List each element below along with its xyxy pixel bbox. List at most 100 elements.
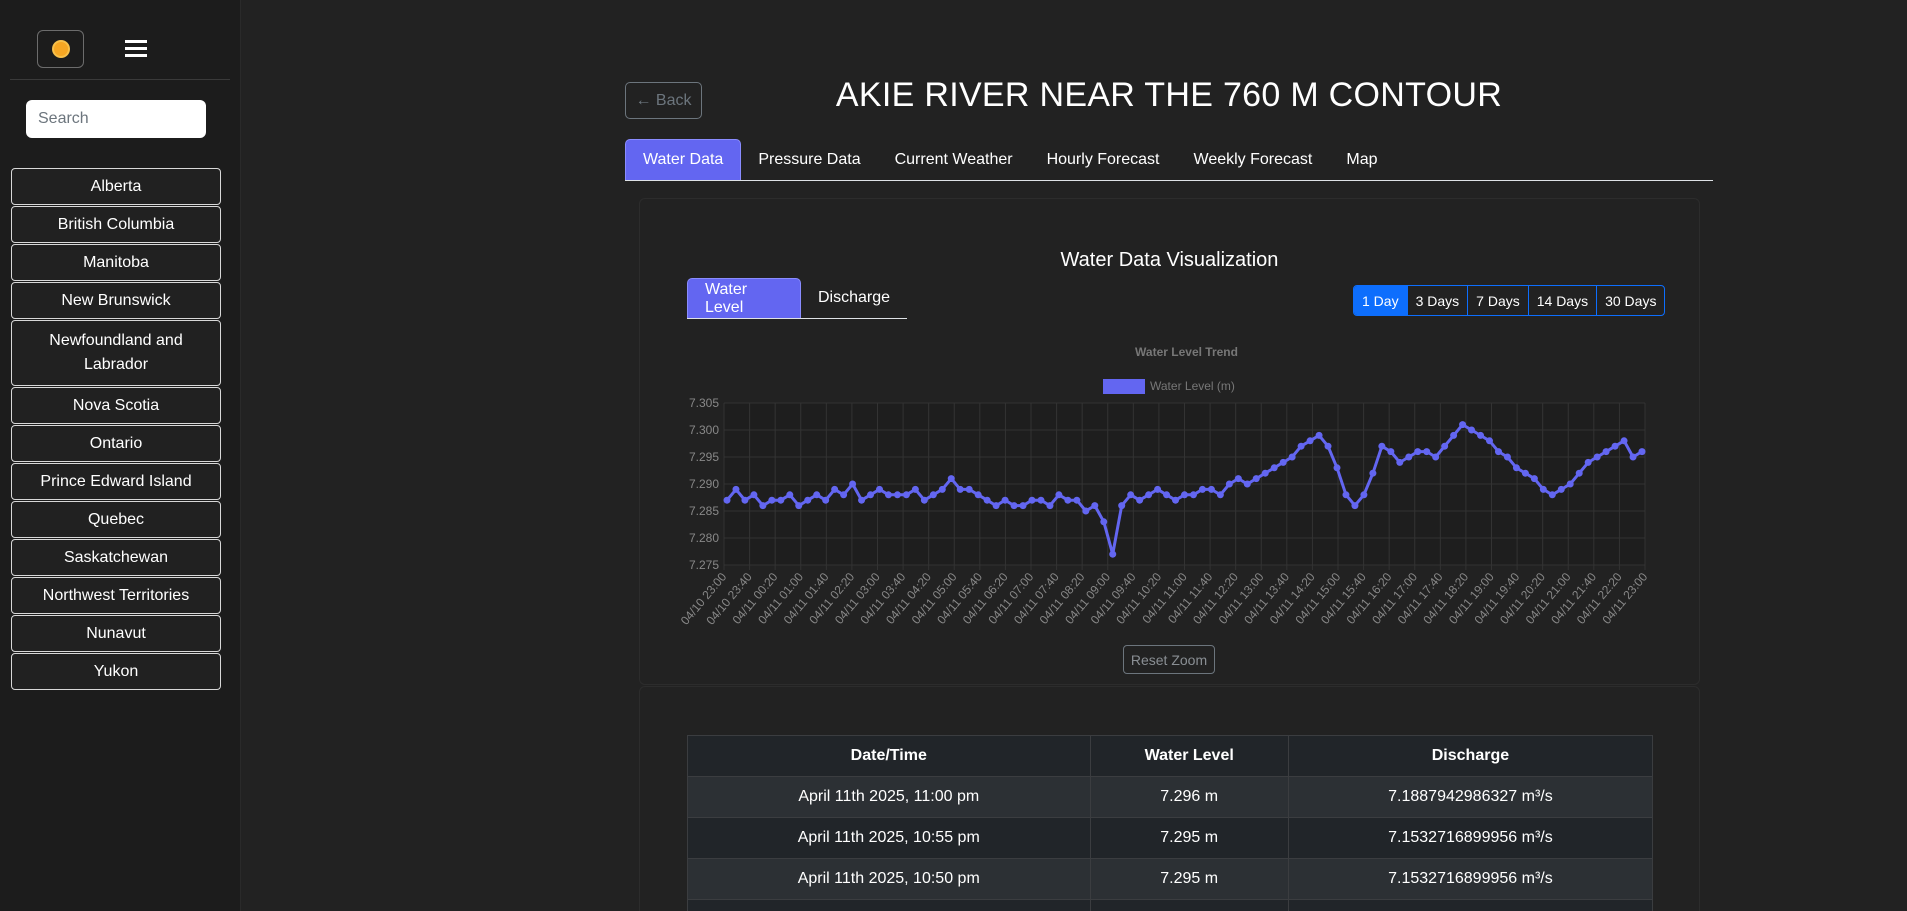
data-point	[1001, 496, 1009, 504]
tab-water-data[interactable]: Water Data	[625, 139, 742, 180]
province-button[interactable]: Newfoundland and Labrador	[11, 320, 221, 386]
data-point	[1602, 448, 1610, 456]
data-point	[1297, 442, 1305, 450]
cell-discharge: 7.1532716899956 m³/s	[1287, 858, 1654, 900]
data-point	[1118, 502, 1126, 510]
cell-water-level: 7.296 m	[1089, 776, 1289, 818]
data-point	[1055, 491, 1063, 499]
data-point	[1306, 437, 1314, 445]
data-point	[867, 491, 875, 499]
data-point	[1127, 491, 1135, 499]
province-list: Alberta British Columbia Manitoba New Br…	[11, 168, 221, 691]
data-point	[849, 480, 857, 488]
province-button[interactable]: Quebec	[11, 501, 221, 538]
data-point	[956, 485, 964, 493]
data-point	[929, 491, 937, 499]
province-button[interactable]: Ontario	[11, 425, 221, 462]
province-button[interactable]: Manitoba	[11, 244, 221, 281]
data-point	[813, 491, 821, 499]
data-point	[1010, 502, 1018, 510]
data-point	[759, 502, 767, 510]
data-point	[1450, 431, 1458, 439]
data-point	[920, 496, 928, 504]
data-point	[732, 485, 740, 493]
province-button[interactable]: Prince Edward Island	[11, 463, 221, 500]
theme-toggle-button[interactable]	[37, 30, 84, 68]
y-tick-label: 7.300	[689, 423, 719, 437]
data-point	[1530, 475, 1538, 483]
data-point	[1324, 442, 1332, 450]
cell-discharge: 7.1887942986327 m³/s	[1287, 776, 1654, 818]
data-point	[1145, 491, 1153, 499]
data-point	[1486, 437, 1493, 445]
tab-hourly-forecast[interactable]: Hourly Forecast	[1030, 139, 1177, 180]
data-point	[1638, 448, 1646, 456]
province-button[interactable]: Saskatchewan	[11, 539, 221, 576]
province-button[interactable]: New Brunswick	[11, 282, 221, 319]
data-point	[750, 491, 758, 499]
data-point	[938, 485, 946, 493]
y-tick-label: 7.275	[689, 558, 719, 572]
data-point	[1279, 458, 1287, 466]
main-tabs: Water Data Pressure Data Current Weather…	[625, 139, 1713, 181]
menu-icon[interactable]	[125, 40, 147, 58]
data-point	[1181, 491, 1188, 499]
tab-weekly-forecast[interactable]: Weekly Forecast	[1177, 139, 1330, 180]
data-point	[1100, 518, 1108, 526]
data-point	[974, 491, 982, 499]
data-point	[831, 485, 839, 493]
data-point	[1216, 491, 1224, 499]
data-point	[1521, 469, 1529, 477]
data-point	[893, 491, 901, 499]
cell-water-level: 7.295 m	[1089, 817, 1289, 859]
cell-datetime: April 11th 2025, 10:55 pm	[687, 817, 1091, 859]
tab-pressure-data[interactable]: Pressure Data	[741, 139, 877, 180]
data-point	[1477, 431, 1485, 439]
data-point	[1378, 442, 1386, 450]
data-point	[1468, 426, 1476, 434]
tab-map[interactable]: Map	[1329, 139, 1394, 180]
data-point	[1315, 431, 1323, 439]
column-header: Water Level	[1089, 735, 1289, 777]
sun-icon	[53, 42, 68, 56]
data-point	[858, 496, 866, 504]
data-point	[1243, 480, 1251, 488]
data-point	[1360, 491, 1368, 499]
data-point	[1351, 502, 1359, 510]
province-button[interactable]: Alberta	[11, 168, 221, 205]
data-point	[1261, 469, 1269, 477]
data-point	[965, 485, 973, 493]
data-point	[804, 496, 812, 504]
data-point	[1333, 464, 1341, 472]
data-point	[911, 485, 919, 493]
data-point	[1441, 442, 1449, 450]
data-point	[1207, 485, 1215, 493]
water-level-chart[interactable]: Water Level Trend Water Level (m) 7.305 7.3…	[640, 199, 1701, 639]
data-point	[741, 496, 749, 504]
visualization-card: Water Data Visualization Water Level Dis…	[639, 198, 1700, 685]
province-button[interactable]: Nova Scotia	[11, 387, 221, 424]
y-tick-label: 7.290	[689, 477, 719, 491]
search-input[interactable]	[26, 100, 206, 138]
province-button[interactable]: Yukon	[11, 653, 221, 690]
cell-water-level: 7.295 m	[1089, 858, 1289, 900]
cell-discharge: 7.1532716899956 m³/s	[1287, 817, 1654, 859]
cell-datetime: April 11th 2025, 10:50 pm	[687, 858, 1091, 900]
y-tick-label: 7.295	[689, 450, 719, 464]
province-button[interactable]: Nunavut	[11, 615, 221, 652]
data-point	[1342, 491, 1350, 499]
data-point	[1503, 453, 1511, 461]
province-button[interactable]: Northwest Territories	[11, 577, 221, 614]
data-point	[992, 502, 1000, 510]
reset-zoom-button[interactable]: Reset Zoom	[1123, 645, 1215, 674]
data-point	[1432, 453, 1440, 461]
data-point	[1082, 507, 1090, 515]
data-point	[1396, 458, 1404, 466]
province-button[interactable]: British Columbia	[11, 206, 221, 243]
data-point	[1064, 496, 1072, 504]
data-point	[1584, 458, 1592, 466]
tab-current-weather[interactable]: Current Weather	[878, 139, 1030, 180]
data-point	[884, 491, 892, 499]
column-header: Discharge	[1287, 735, 1654, 777]
data-point	[1046, 502, 1054, 510]
